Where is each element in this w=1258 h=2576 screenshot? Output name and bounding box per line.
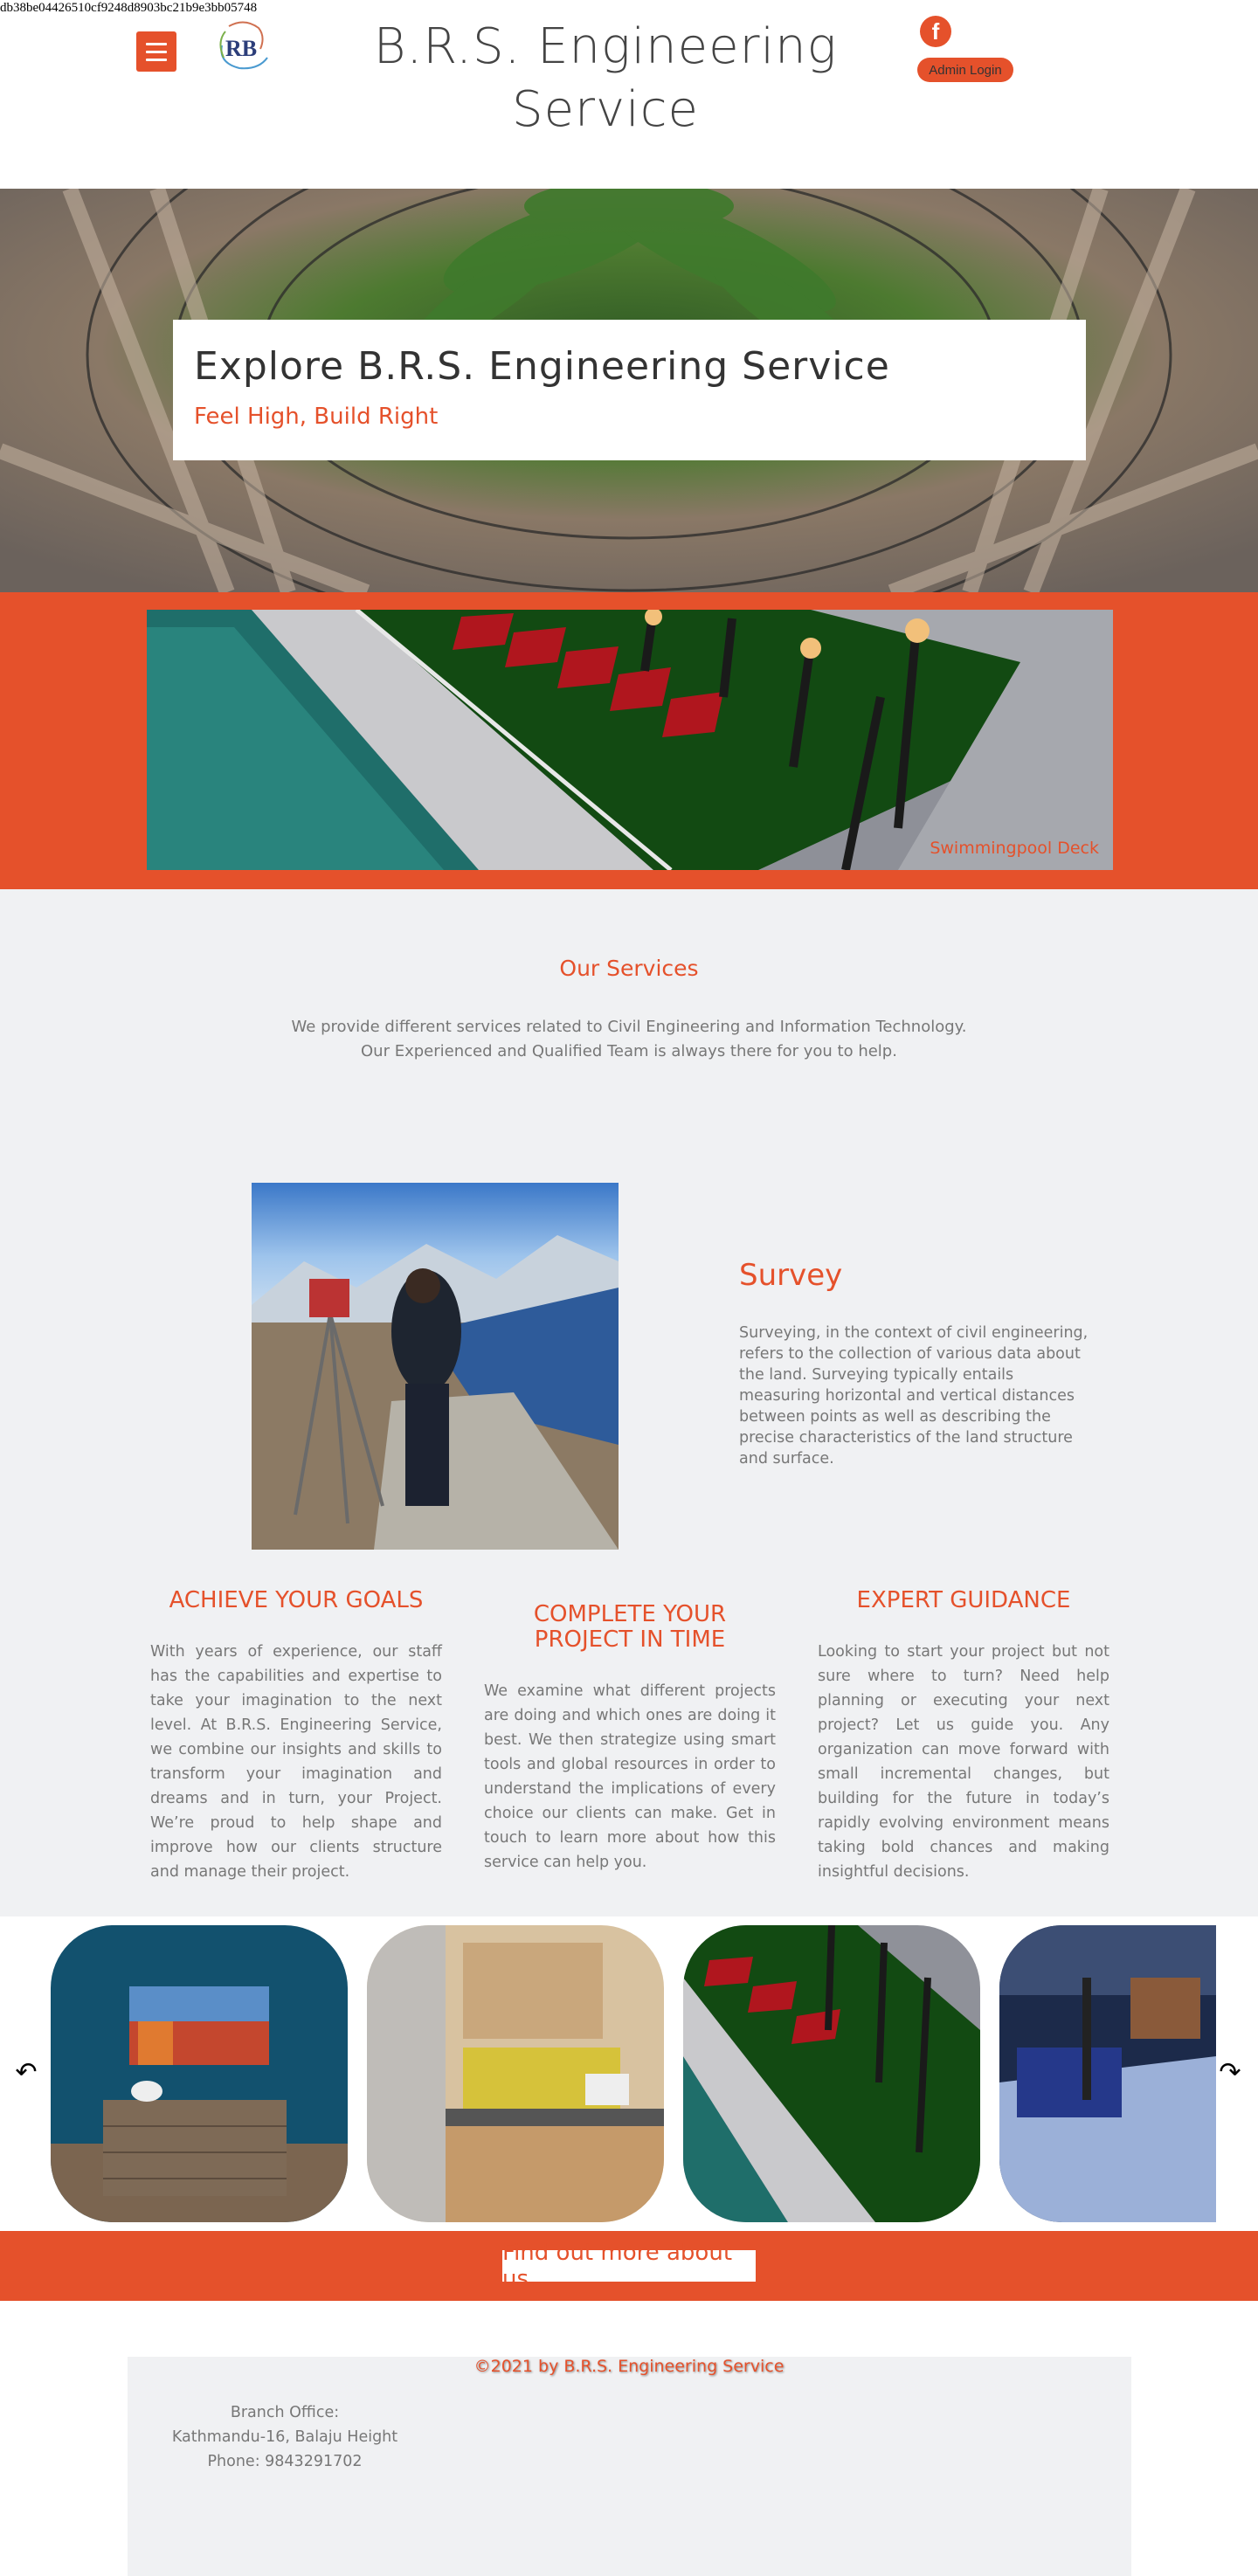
copyright-text: ©2021 by B.R.S. Engineering Service bbox=[473, 2357, 785, 2376]
hero-card: Explore B.R.S. Engineering Service Feel … bbox=[173, 320, 1086, 460]
gallery-item[interactable] bbox=[999, 1925, 1216, 2222]
gallery-item[interactable] bbox=[683, 1925, 980, 2222]
branch-address: Kathmandu-16, Balaju Height bbox=[171, 2428, 398, 2446]
branch-phone[interactable]: Phone: 9843291702 bbox=[171, 2449, 398, 2474]
admin-login-button[interactable]: Admin Login bbox=[917, 58, 1013, 82]
site-title-line-1: B.R.S. Engineering bbox=[373, 18, 838, 75]
survey-photo bbox=[252, 1183, 619, 1550]
gallery-carousel: ↶ ↷ bbox=[0, 1916, 1258, 2231]
page-id-text: db38be04426510cf9248d8903bc21b9e3bb05748 bbox=[0, 1, 258, 15]
feature-text: With years of experience, our staff has … bbox=[150, 1643, 442, 1881]
services-description-line-2: Our Experienced and Qualified Team is al… bbox=[361, 1042, 897, 1060]
hero-subtitle: Feel High, Build Right bbox=[194, 404, 439, 430]
arrow-right-icon[interactable]: ↷ bbox=[1214, 2056, 1246, 2088]
svg-text:RB: RB bbox=[225, 36, 257, 61]
feature-title: ACHIEVE YOUR GOALS bbox=[169, 1587, 424, 1613]
feature-text: Looking to start your project but not su… bbox=[818, 1643, 1109, 1881]
hero-title: Explore B.R.S. Engineering Service bbox=[194, 344, 890, 389]
slideshow[interactable]: Swimmingpool Deck bbox=[147, 610, 1113, 870]
survey-text: Surveying, in the context of civil engin… bbox=[739, 1324, 1089, 1468]
branch-label: Branch Office: bbox=[230, 2404, 340, 2421]
site-title[interactable]: B.R.S. Engineering Service bbox=[367, 16, 844, 142]
services-description: We provide different services related to… bbox=[280, 1015, 978, 1064]
feature-title: COMPLETE YOUR PROJECT IN TIME bbox=[533, 1601, 727, 1653]
feature-column: EXPERT GUIDANCE Looking to start your pr… bbox=[818, 1588, 1109, 1884]
slide-caption: Swimmingpool Deck bbox=[930, 839, 1099, 858]
survey-title: Survey bbox=[739, 1258, 843, 1293]
find-out-more-link[interactable]: Find out more about us. bbox=[502, 2240, 756, 2292]
facebook-icon[interactable]: f bbox=[920, 16, 951, 47]
gallery-item[interactable] bbox=[51, 1925, 348, 2222]
branch-office-info: Branch Office: Kathmandu-16, Balaju Heig… bbox=[171, 2400, 398, 2474]
services-description-line-1: We provide different services related to… bbox=[291, 1018, 967, 1036]
site-title-line-2: Service bbox=[512, 81, 699, 138]
gallery-item[interactable] bbox=[367, 1925, 664, 2222]
hamburger-icon[interactable] bbox=[136, 31, 176, 72]
slideshow-band: Swimmingpool Deck bbox=[0, 592, 1258, 889]
feature-column: COMPLETE YOUR PROJECT IN TIME We examine… bbox=[484, 1602, 776, 1875]
arrow-left-icon[interactable]: ↶ bbox=[10, 2056, 42, 2088]
feature-column: ACHIEVE YOUR GOALS With years of experie… bbox=[150, 1588, 442, 1884]
cta-band: Find out more about us. bbox=[0, 2231, 1258, 2301]
feature-text: We examine what different projects are d… bbox=[484, 1682, 776, 1871]
feature-title: EXPERT GUIDANCE bbox=[856, 1587, 1071, 1613]
swimming-pool-deck-image bbox=[147, 610, 1113, 870]
site-logo[interactable]: RB bbox=[213, 19, 276, 72]
services-heading: Our Services bbox=[559, 956, 699, 981]
